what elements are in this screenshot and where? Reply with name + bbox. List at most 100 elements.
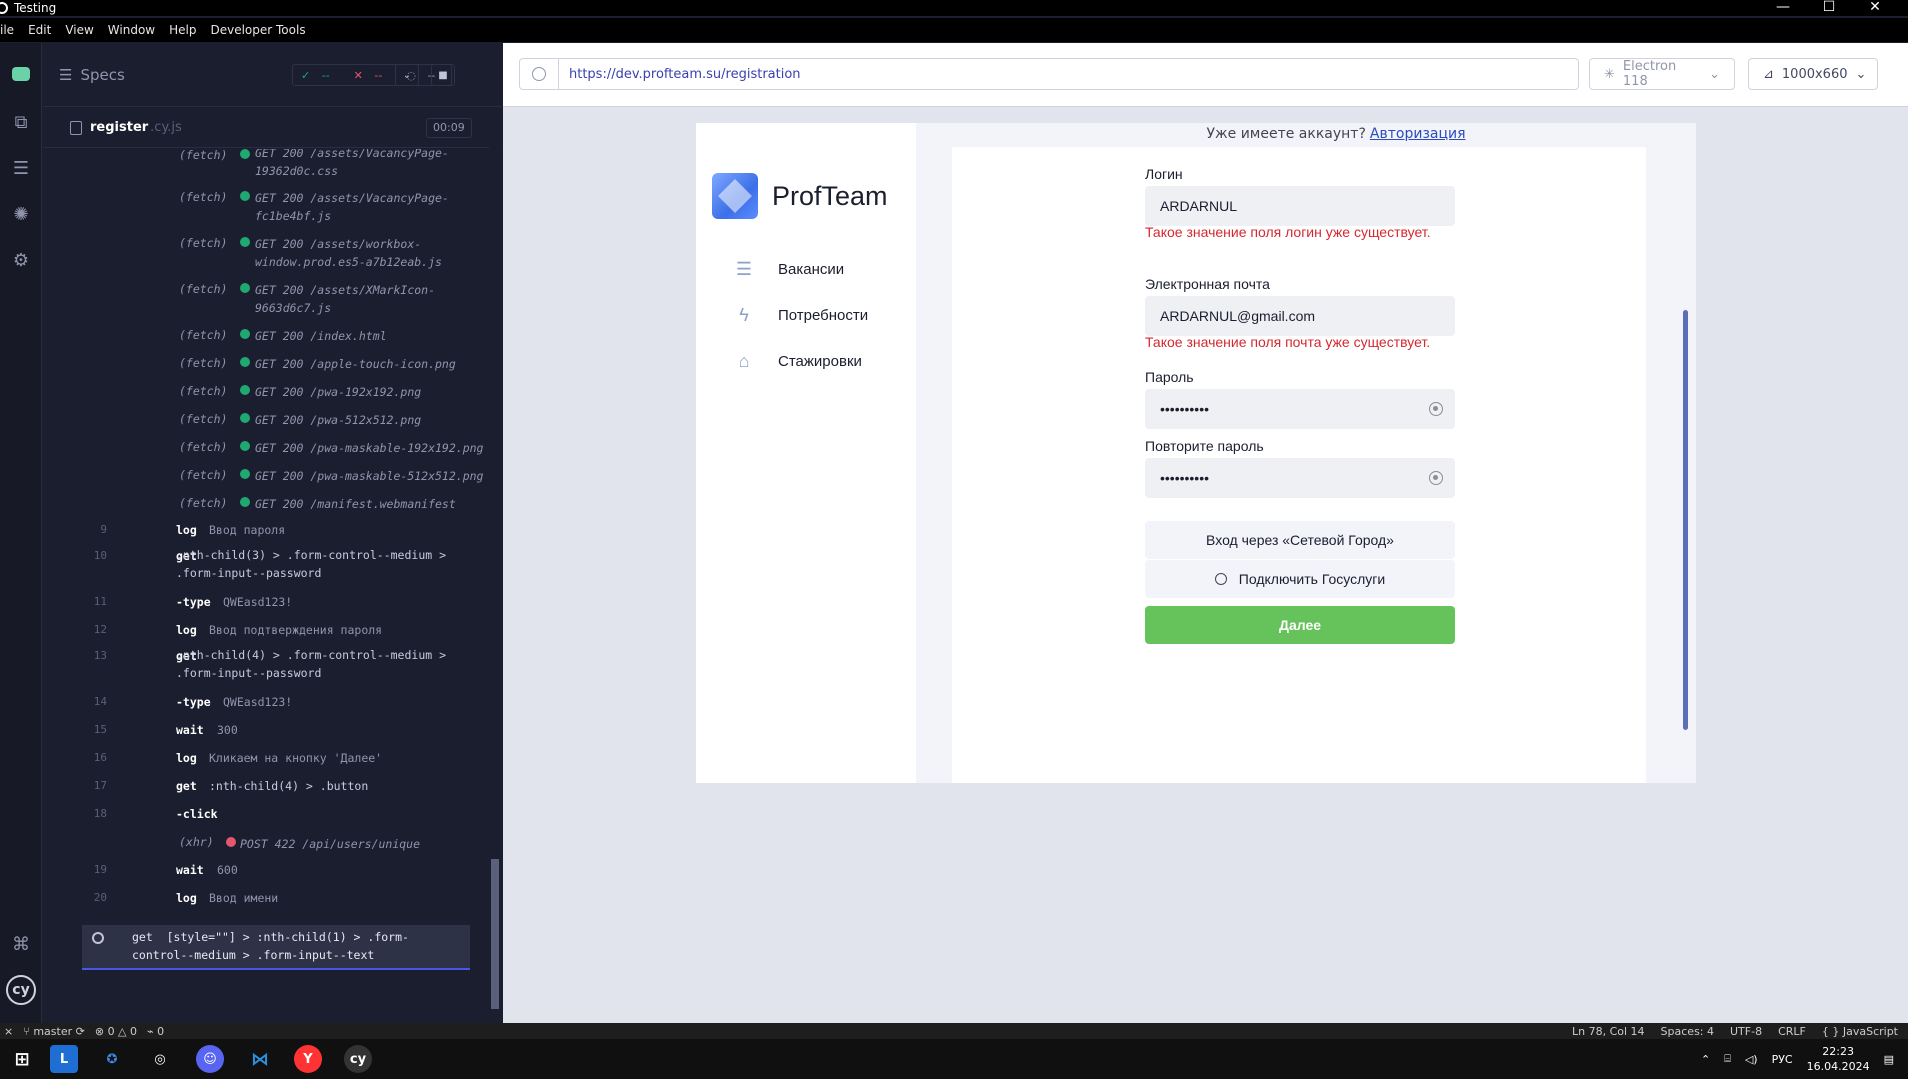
launcher-icon[interactable]: L bbox=[50, 1045, 78, 1073]
specs-icon[interactable]: ⧉ bbox=[8, 109, 34, 135]
page-scrollbar[interactable] bbox=[1683, 310, 1688, 730]
email-error: Такое значение поля почта уже существует… bbox=[1145, 334, 1431, 350]
brand[interactable]: ProfTeam bbox=[712, 173, 888, 219]
indentation[interactable]: Spaces: 4 bbox=[1661, 1025, 1714, 1038]
login-link[interactable]: Авторизация bbox=[1370, 126, 1466, 142]
status-dot bbox=[240, 329, 250, 339]
chevron-down-icon[interactable]: ⌄ bbox=[395, 64, 419, 86]
log-row-command[interactable]: 10 get :nth-child(3) > .form-control--me… bbox=[83, 548, 512, 587]
password-input[interactable]: •••••••••• bbox=[1145, 389, 1455, 429]
cursor-position[interactable]: Ln 78, Col 14 bbox=[1572, 1025, 1645, 1038]
language-mode[interactable]: { } JavaScript bbox=[1822, 1025, 1898, 1038]
repeat-password-input[interactable]: •••••••••• bbox=[1145, 458, 1455, 498]
log-row-fetch[interactable]: (fetch) GET 200 /manifest.webmanifest bbox=[83, 495, 512, 515]
discord-icon[interactable]: ☺ bbox=[196, 1045, 224, 1073]
log-row-command[interactable]: 19 wait 600 bbox=[83, 863, 512, 883]
log-row-fetch[interactable]: (fetch) GET 200 /pwa-192x192.png bbox=[83, 383, 512, 403]
log-row-command[interactable]: 14 -type QWEasd123! bbox=[83, 695, 512, 715]
stop-button[interactable]: ■ bbox=[431, 64, 455, 86]
menu-edit[interactable]: Edit bbox=[21, 23, 58, 37]
nav-item-vacancies[interactable]: ☰ Вакансии bbox=[732, 257, 844, 281]
login-input[interactable]: ARDARNUL bbox=[1145, 186, 1455, 226]
log-row-command[interactable]: 9 log Ввод пароля bbox=[83, 523, 512, 543]
ruler-icon: ⊿ bbox=[1763, 66, 1774, 82]
log-row-command[interactable]: 13 get :nth-child(4) > .form-control--me… bbox=[83, 648, 512, 687]
viewport-select[interactable]: ⊿ 1000x660 ⌄ bbox=[1748, 58, 1878, 90]
input-language[interactable]: РУС bbox=[1772, 1053, 1793, 1066]
volume-icon[interactable]: ◁) bbox=[1745, 1053, 1758, 1066]
menu-file[interactable]: ile bbox=[0, 23, 21, 37]
password-label: Пароль bbox=[1145, 369, 1194, 385]
maximize-button[interactable]: ☐ bbox=[1806, 0, 1852, 16]
log-row-fetch[interactable]: (fetch) GET 200 /assets/VacancyPage- fc1… bbox=[83, 189, 512, 227]
menu-developer-tools[interactable]: Developer Tools bbox=[203, 23, 312, 37]
log-scrollbar-thumb[interactable] bbox=[491, 859, 499, 1009]
line-endings[interactable]: CRLF bbox=[1778, 1025, 1806, 1038]
notification-icon[interactable]: ▤ bbox=[1884, 1053, 1894, 1066]
settings-gear-icon[interactable]: ⚙ bbox=[8, 247, 34, 273]
log-scrollbar[interactable] bbox=[489, 107, 501, 1023]
yandex-browser-icon[interactable]: Y bbox=[294, 1045, 322, 1073]
tray-expand-icon[interactable]: ⌃ bbox=[1701, 1053, 1710, 1066]
log-row-fetch[interactable]: (fetch) GET 200 /index.html bbox=[83, 327, 512, 347]
cypress-taskbar-icon[interactable]: cy bbox=[344, 1045, 372, 1073]
specs-label: Specs bbox=[80, 65, 125, 84]
next-button[interactable]: Далее bbox=[1145, 606, 1455, 644]
eye-icon[interactable] bbox=[1429, 402, 1443, 416]
status-dot bbox=[240, 237, 250, 247]
close-button[interactable]: ✕ bbox=[1852, 0, 1898, 16]
log-row-fetch[interactable]: (fetch) GET 200 /assets/workbox- window.… bbox=[83, 235, 512, 273]
minimize-button[interactable]: — bbox=[1760, 0, 1806, 16]
log-row-command[interactable]: 16 log Кликаем на кнопку 'Далее' bbox=[83, 751, 512, 771]
encoding[interactable]: UTF-8 bbox=[1730, 1025, 1762, 1038]
bluestacks-icon[interactable]: ✪ bbox=[98, 1045, 126, 1073]
log-row-fetch[interactable]: (fetch) GET 200 /apple-touch-icon.png bbox=[83, 355, 512, 375]
spec-file-name: register bbox=[90, 120, 149, 135]
log-row-fetch[interactable]: (fetch) GET 200 /pwa-512x512.png bbox=[83, 411, 512, 431]
vscode-icon[interactable]: ⋈ bbox=[246, 1045, 274, 1073]
log-row-fetch[interactable]: (fetch) GET 200 /assets/XMarkIcon- 9663d… bbox=[83, 281, 512, 319]
selector-playground-icon[interactable] bbox=[532, 67, 546, 81]
browser-select[interactable]: ✳ Electron 118 ⌄ bbox=[1589, 58, 1735, 90]
nav-item-internships[interactable]: ⌂ Стажировки bbox=[732, 349, 862, 373]
log-row-command[interactable]: 18 -click bbox=[83, 807, 512, 827]
gosuslugi-button[interactable]: Подключить Госуслуги bbox=[1145, 560, 1455, 598]
nav-item-needs[interactable]: ϟ Потребности bbox=[732, 303, 868, 327]
login-label: Логин bbox=[1145, 166, 1183, 182]
url-field[interactable]: https://dev.profteam.su/registration bbox=[519, 58, 1579, 90]
menu-view[interactable]: View bbox=[58, 23, 100, 37]
log-row-command[interactable]: 17 get :nth-child(4) > .button bbox=[83, 779, 512, 799]
log-row-command[interactable]: 11 -type QWEasd123! bbox=[83, 595, 512, 615]
email-input[interactable]: ARDARNUL@gmail.com bbox=[1145, 296, 1455, 336]
nav-rail: ⧉ ☰ ✺ ⚙ ⌘ bbox=[0, 43, 42, 1023]
status-dot bbox=[240, 441, 250, 451]
chevron-down-icon: ⌄ bbox=[1709, 66, 1720, 82]
log-row-command[interactable]: 20 log Ввод имени bbox=[83, 891, 512, 911]
log-row-command[interactable]: 12 log Ввод подтверждения пароля bbox=[83, 623, 512, 643]
windows-start-icon[interactable]: ⊞ bbox=[8, 1045, 36, 1073]
runs-icon[interactable]: ☰ bbox=[8, 155, 34, 181]
log-row-active[interactable]: get [style=""] > :nth-child(1) > .form- … bbox=[82, 925, 470, 970]
log-row-fetch[interactable]: (fetch) GET 200 /pwa-maskable-512x512.pn… bbox=[83, 467, 512, 487]
log-row-fetch[interactable]: (fetch) GET 200 /assets/VacancyPage- 193… bbox=[83, 149, 512, 187]
steam-icon[interactable]: ◎ bbox=[146, 1045, 174, 1073]
log-row-fetch[interactable]: (fetch) GET 200 /pwa-maskable-192x192.pn… bbox=[83, 439, 512, 459]
project-icon[interactable] bbox=[12, 67, 30, 81]
problems-count[interactable]: ⊗ 0 △ 0 bbox=[95, 1025, 137, 1038]
network-icon[interactable]: ⌸ bbox=[1724, 1052, 1731, 1066]
remote-icon[interactable]: ⨯ bbox=[4, 1025, 13, 1038]
eye-icon[interactable] bbox=[1429, 471, 1443, 485]
email-label: Электронная почта bbox=[1145, 276, 1270, 292]
menu-window[interactable]: Window bbox=[101, 23, 162, 37]
clock[interactable]: 22:23 16.04.2024 bbox=[1807, 1044, 1870, 1074]
debug-bug-icon[interactable]: ✺ bbox=[8, 201, 34, 227]
log-row-command[interactable]: 15 wait 300 bbox=[83, 723, 512, 743]
cypress-logo-icon: cy bbox=[6, 975, 36, 1005]
ports-count[interactable]: ⌁ 0 bbox=[147, 1025, 164, 1038]
log-row-xhr[interactable]: (xhr) POST 422 /api/users/unique bbox=[83, 835, 512, 855]
net-city-login-button[interactable]: Вход через «Сетевой Город» bbox=[1145, 521, 1455, 559]
menu-help[interactable]: Help bbox=[162, 23, 203, 37]
keyboard-shortcuts-icon[interactable]: ⌘ bbox=[8, 931, 34, 957]
specs-toggle[interactable]: ☰ Specs bbox=[59, 66, 125, 84]
git-branch[interactable]: ⑂ master ⟳ bbox=[23, 1025, 85, 1038]
